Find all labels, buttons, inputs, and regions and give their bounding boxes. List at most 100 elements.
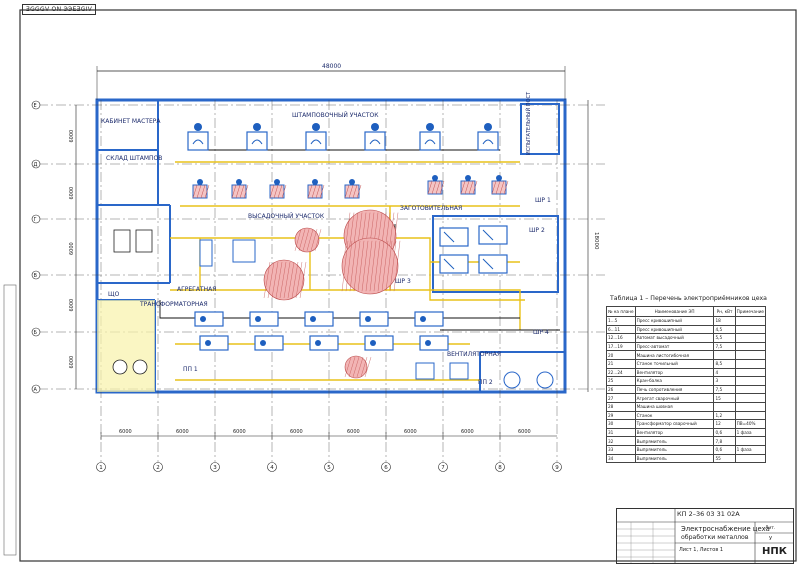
table-cell: 32 <box>606 436 636 446</box>
room-office: КАБИНЕТ МАСТЕРА <box>101 118 161 125</box>
table-cell: 5,5 <box>713 333 736 343</box>
table-cell <box>734 410 767 421</box>
table-cell: 21 <box>606 358 636 369</box>
floor-plan: 48000 18000 ЕДГВБА 123456789 6000 6000 6… <box>3 9 797 562</box>
room-cutting: ЗАГОТОВИТЕЛЬНАЯ <box>400 205 462 212</box>
table-cell: Кран-балка <box>634 376 715 386</box>
machine <box>199 335 229 351</box>
stage-value: У <box>769 536 773 542</box>
table-row: 1...5 Пресс кривошипный 18 <box>606 316 767 326</box>
table-cell: 7,8 <box>713 436 736 446</box>
table-cell <box>734 324 767 335</box>
table-cell: 25 <box>606 376 636 386</box>
table-cell <box>734 436 767 446</box>
table-cell: ПВ=40% <box>734 419 767 429</box>
table-cell: 26 <box>606 384 636 395</box>
axis-letter: А <box>34 387 38 393</box>
table-cell: Выпрямитель <box>634 436 715 446</box>
axis-number: 7 <box>441 465 445 471</box>
machine <box>254 335 284 351</box>
sheet-number: Лист 1, Листов 1 <box>679 547 724 553</box>
panel-label: ШР 2 <box>529 227 545 234</box>
axis-number: 8 <box>498 465 502 471</box>
axis-number: 5 <box>327 465 331 471</box>
transformer-unit <box>112 359 128 375</box>
press-machine <box>477 131 499 151</box>
table-cell: Пресс-автомат <box>634 341 715 352</box>
overall-dimension: 48000 <box>322 63 341 70</box>
dimension-label: 6000 <box>69 299 75 312</box>
table-cell: 1,2 <box>713 410 736 421</box>
motor-symbol <box>255 316 261 322</box>
motor-symbol <box>365 316 371 322</box>
table-cell: 27 <box>606 393 636 403</box>
title-block: КП 2–36 03 31 02А Электроснабжение цеха … <box>616 508 794 564</box>
table-row: 29 Станок 1,2 <box>606 410 767 421</box>
table-cell: Агрегат сварочный <box>634 393 715 403</box>
table-header: Наименование ЭП <box>634 306 715 317</box>
table-cell: 7,5 <box>713 341 736 352</box>
table-cell <box>734 367 767 378</box>
motor-symbol <box>253 123 261 131</box>
table-cell: 31 <box>606 427 636 438</box>
right-dimension: 18000 <box>593 232 599 250</box>
table-cell: 34 <box>606 453 636 464</box>
room-forging: ВЫСАДОЧНЫЙ УЧАСТОК <box>248 213 325 220</box>
table-cell: Вентилятор <box>634 427 715 438</box>
axis-letter: Д <box>34 162 38 168</box>
machine <box>359 311 389 327</box>
drawing-title: Электроснабжение цеха <box>681 525 770 533</box>
motor-symbol <box>465 175 471 181</box>
machine <box>309 335 339 351</box>
cutting-machine <box>478 254 508 274</box>
room-aggregate: АГРЕГАТНАЯ <box>177 286 216 293</box>
bottom-dimension-chain: 6000 6000 6000 6000 6000 6000 6000 6000 <box>100 429 531 440</box>
table-cell: 1 фаза <box>734 444 767 455</box>
table-cell <box>734 333 767 343</box>
cutting-machine <box>478 225 508 245</box>
left-dimension-chain: 6000 6000 6000 6000 6000 <box>69 130 75 369</box>
machine <box>414 311 444 327</box>
table-cell: 7,5 <box>713 384 736 395</box>
motor-symbol <box>484 123 492 131</box>
axis-number: 1 <box>99 465 103 471</box>
motor-symbol <box>420 316 426 322</box>
dimension-label: 6000 <box>518 429 531 435</box>
motor-symbol <box>260 340 266 346</box>
machine <box>304 311 334 327</box>
table-cell <box>734 384 767 395</box>
organization: НПК <box>762 546 787 557</box>
machine <box>364 335 394 351</box>
table-row: 32 Выпрямитель 7,8 <box>606 436 767 446</box>
machine <box>194 311 224 327</box>
drawing-sheet: ƎGGGV ON ЭЭEƎGIV 48000 18000 ЕДГВБА 1 2 … <box>0 0 800 565</box>
table-cell <box>734 358 767 369</box>
table-cell: Печь сопротивления <box>634 384 715 395</box>
motor-symbol <box>194 123 202 131</box>
table-header-row: № на плане Наименование ЭП Рн, кВт Приме… <box>606 306 767 317</box>
motor-symbol <box>236 179 242 185</box>
dimension-label: 6000 <box>69 356 75 369</box>
table-cell: Пресс кривошипный <box>634 324 715 335</box>
table-row: 30 Трансформатор сварочный 12 ПВ=40% <box>606 419 767 429</box>
transformer-room-floor <box>97 300 155 392</box>
press-machine <box>187 131 209 151</box>
axis-letter: Г <box>34 217 37 223</box>
axis-number: 6 <box>384 465 388 471</box>
table-header: № на плане <box>606 306 636 317</box>
dimension-label: 6000 <box>233 429 246 435</box>
table-cell: 12...16 <box>606 333 636 343</box>
motor-symbol <box>274 179 280 185</box>
machine <box>232 239 256 263</box>
dimension-label: 6000 <box>347 429 360 435</box>
machines <box>112 123 554 389</box>
table-cell: Машина шовная <box>634 401 715 412</box>
table-cell: Трансформатор сварочный <box>634 419 715 429</box>
table-row: 26 Печь сопротивления 7,5 <box>606 384 767 395</box>
heavy-unit <box>263 259 305 301</box>
table-row: 22...24 Вентилятор 4 <box>606 367 767 378</box>
heavy-unit <box>341 237 399 295</box>
room-stamping: ШТАМПОВОЧНЫЙ УЧАСТОК <box>292 112 379 119</box>
table-row: 20 Машина листогибочная <box>606 350 767 360</box>
table-row: 31 Вентилятор 0,6 1 фаза <box>606 427 767 438</box>
